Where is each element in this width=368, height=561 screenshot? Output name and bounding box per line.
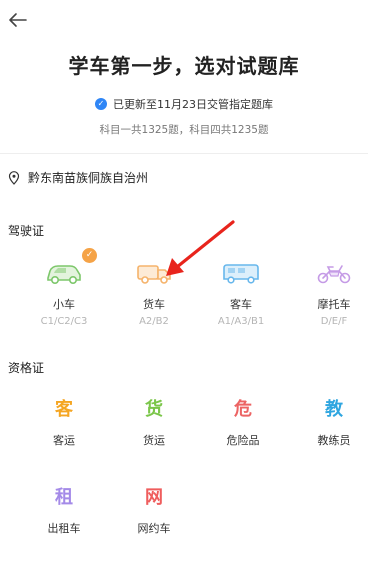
qualification-name: 危险品 xyxy=(226,434,260,447)
license-name: 货车 xyxy=(143,298,165,311)
selected-check-badge: ✓ xyxy=(82,248,97,263)
qualification-name: 出租车 xyxy=(47,522,81,535)
divider xyxy=(0,153,368,154)
qualification-char: 客 xyxy=(55,399,73,420)
qualification-name: 网约车 xyxy=(137,522,171,535)
license-code: A1/A3/B1 xyxy=(217,316,265,327)
motorcycle-icon xyxy=(317,265,351,284)
qualification-char: 危 xyxy=(234,399,252,420)
qualification-option-taxi[interactable]: 租 出租车 xyxy=(28,486,100,536)
license-option-truck[interactable]: 货车 A2/B2 xyxy=(118,258,190,327)
back-arrow-icon[interactable] xyxy=(6,8,30,32)
check-circle-icon: ✓ xyxy=(95,98,107,110)
location-pin-icon xyxy=(8,170,20,185)
license-option-car[interactable]: 小车 C1/C2/C3 xyxy=(28,258,100,327)
page-title: 学车第一步，选对试题库 xyxy=(68,54,300,78)
qualification-option-freight[interactable]: 货 货运 xyxy=(118,398,190,448)
license-name: 客车 xyxy=(230,298,252,311)
license-code: A2/B2 xyxy=(139,316,169,327)
license-name: 小车 xyxy=(53,298,75,311)
location-selector[interactable]: 黔东南苗族侗族自治州 xyxy=(8,169,148,186)
truck-icon xyxy=(137,265,171,284)
qualification-name: 客运 xyxy=(53,434,75,447)
bus-icon xyxy=(223,264,259,284)
qualification-option-hazmat[interactable]: 危 危险品 xyxy=(207,398,279,448)
section-title-license: 驾驶证 xyxy=(8,224,45,238)
qualification-name: 货运 xyxy=(143,434,165,447)
qualification-char: 货 xyxy=(145,399,163,420)
qualification-name: 教练员 xyxy=(317,434,351,447)
car-icon xyxy=(47,265,81,284)
license-code: C1/C2/C3 xyxy=(40,316,88,327)
qualification-char: 租 xyxy=(55,487,73,508)
license-option-motorcycle[interactable]: 摩托车 D/E/F xyxy=(298,258,368,327)
update-notice: ✓ 已更新至11月23日交管指定题库 xyxy=(0,96,368,112)
license-code: D/E/F xyxy=(320,316,348,327)
qualification-option-ride-hailing[interactable]: 网 网约车 xyxy=(118,486,190,536)
qualification-char: 网 xyxy=(145,487,163,508)
update-text: 已更新至11月23日交管指定题库 xyxy=(113,98,273,111)
qualification-char: 教 xyxy=(325,399,343,420)
qualification-option-instructor[interactable]: 教 教练员 xyxy=(298,398,368,448)
location-text: 黔东南苗族侗族自治州 xyxy=(28,171,149,185)
section-title-qualification: 资格证 xyxy=(8,361,45,375)
license-name: 摩托车 xyxy=(317,298,351,311)
license-option-bus[interactable]: 客车 A1/A3/B1 xyxy=(205,258,277,327)
qualification-option-passenger[interactable]: 客 客运 xyxy=(28,398,100,448)
question-counts: 科目一共1325题，科目四共1235题 xyxy=(99,124,269,136)
